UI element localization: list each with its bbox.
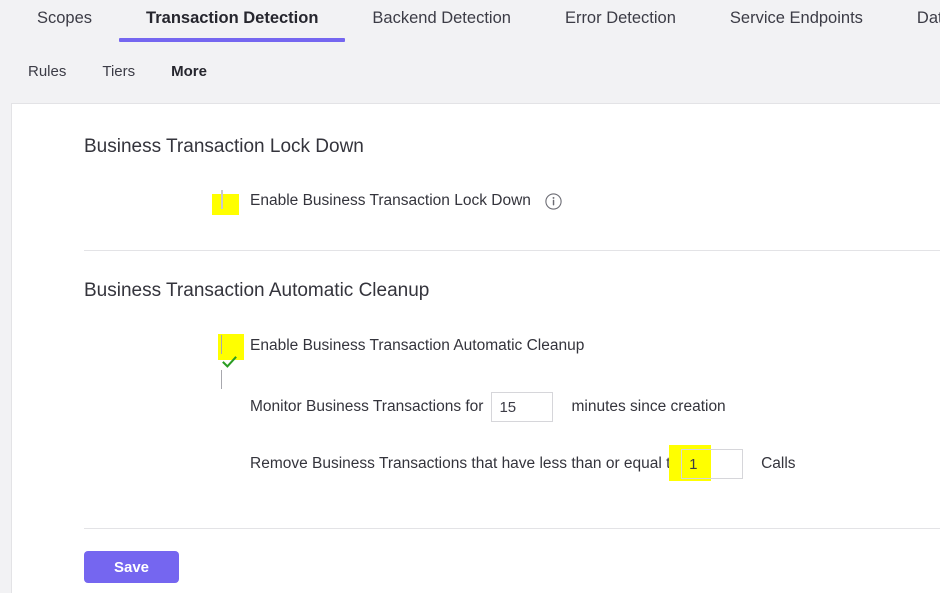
monitor-duration-label-after: minutes since creation [571, 398, 726, 415]
secondary-tab-bar: Rules Tiers More [0, 45, 940, 98]
monitor-duration-input-wrapper [491, 392, 554, 422]
settings-card-body: Business Transaction Lock Down Enable Bu… [12, 104, 940, 529]
highlight-lock-down-checkbox [212, 194, 239, 215]
tab-error-detection[interactable]: Error Detection [538, 0, 703, 45]
enable-lock-down-checkbox[interactable] [221, 190, 223, 209]
remove-calls-input-wrapper [669, 445, 744, 481]
auto-cleanup-checkbox-wrapper [218, 334, 244, 389]
monitor-duration-row: Monitor Business Transactions for minute… [84, 392, 940, 422]
subtab-more[interactable]: More [153, 63, 225, 80]
auto-cleanup-checkbox-row: Enable Business Transaction Automatic Cl… [84, 332, 940, 389]
tab-scopes[interactable]: Scopes [10, 0, 119, 45]
section-divider-2 [84, 528, 940, 529]
lock-down-checkbox-row: Enable Business Transaction Lock Down [84, 187, 940, 215]
tab-transaction-detection[interactable]: Transaction Detection [119, 0, 346, 45]
remove-calls-label-after: Calls [761, 455, 796, 472]
enable-lock-down-label[interactable]: Enable Business Transaction Lock Down [250, 191, 531, 211]
save-area: Save [12, 551, 940, 583]
remove-calls-label-before: Remove Business Transactions that have l… [250, 455, 680, 472]
section-title-lock-down: Business Transaction Lock Down [84, 136, 364, 157]
remove-calls-input[interactable] [681, 449, 744, 479]
subtab-tiers[interactable]: Tiers [84, 63, 153, 80]
monitor-duration-label-before: Monitor Business Transactions for [250, 398, 484, 415]
remove-calls-row: Remove Business Transactions that have l… [84, 445, 940, 481]
section-title-automatic-cleanup: Business Transaction Automatic Cleanup [84, 280, 430, 301]
info-icon[interactable] [545, 192, 562, 210]
save-button[interactable]: Save [84, 551, 179, 583]
enable-auto-cleanup-label[interactable]: Enable Business Transaction Automatic Cl… [250, 336, 584, 356]
primary-tab-bar: Scopes Transaction Detection Backend Det… [0, 0, 940, 45]
settings-card: Business Transaction Lock Down Enable Bu… [11, 103, 940, 593]
monitor-duration-input[interactable] [491, 392, 554, 422]
tab-service-endpoints[interactable]: Service Endpoints [703, 0, 890, 45]
tab-data-collectors[interactable]: Data Collect [890, 0, 940, 45]
subtab-rules[interactable]: Rules [10, 63, 84, 80]
lock-down-checkbox-wrapper [212, 190, 241, 215]
tab-backend-detection[interactable]: Backend Detection [345, 0, 538, 45]
